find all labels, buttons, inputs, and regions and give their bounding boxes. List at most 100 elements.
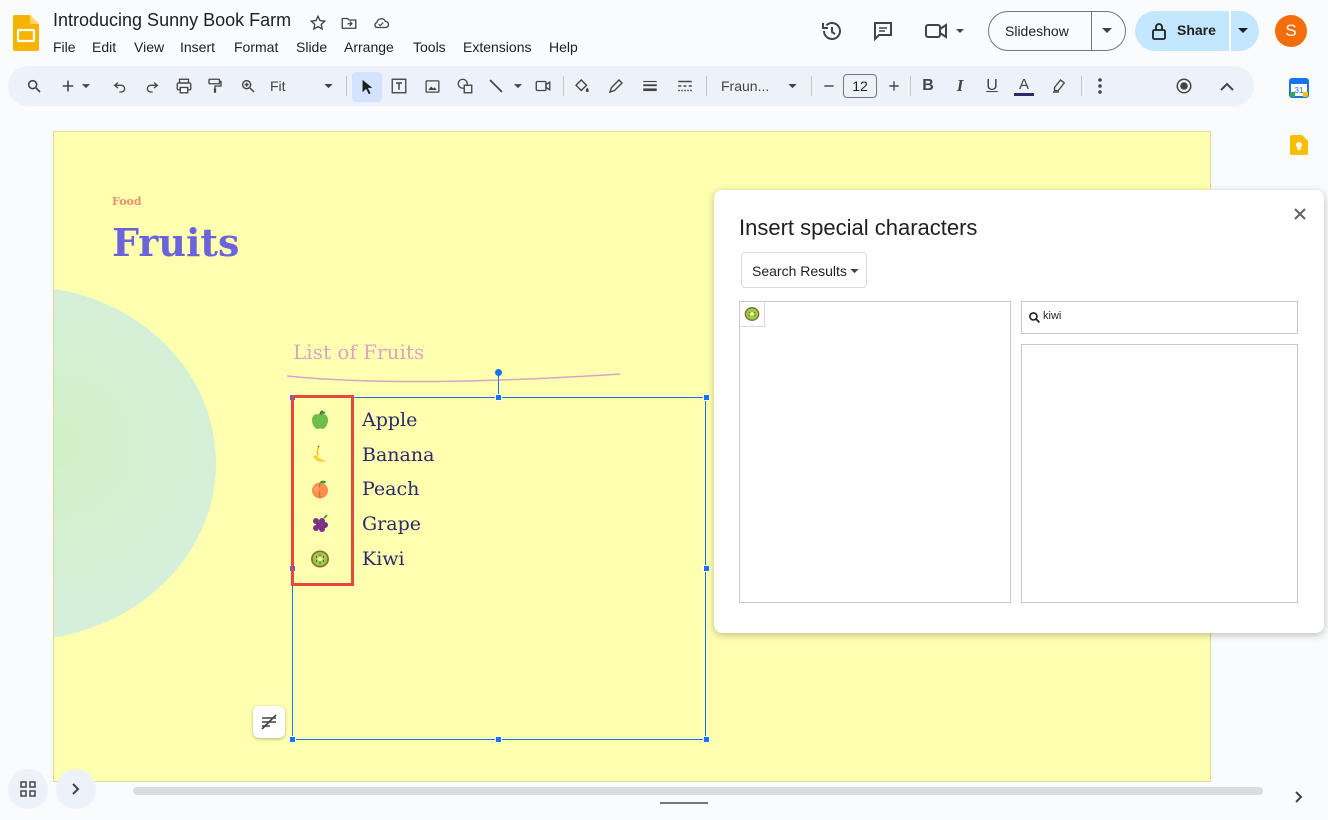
- menu-format[interactable]: Format: [234, 39, 278, 55]
- resize-handle[interactable]: [703, 394, 710, 401]
- fruit-name-kiwi[interactable]: Kiwi: [362, 548, 405, 570]
- fill-color-icon[interactable]: [572, 76, 592, 96]
- border-dash-icon[interactable]: [675, 76, 695, 96]
- cloud-saved-icon[interactable]: [370, 13, 392, 33]
- rotate-handle[interactable]: [495, 369, 502, 376]
- text-color-icon[interactable]: A: [1013, 76, 1035, 96]
- slideshow-options-chevron-icon[interactable]: [1097, 21, 1117, 41]
- avatar-letter: S: [1285, 21, 1297, 40]
- menu-view[interactable]: View: [134, 39, 164, 55]
- zoom-select[interactable]: Fit: [262, 74, 340, 98]
- resize-handle[interactable]: [703, 565, 710, 572]
- resize-handle[interactable]: [703, 736, 710, 743]
- side-panel-expand-chevron-icon[interactable]: [1290, 788, 1308, 806]
- font-family-select[interactable]: Fraun...: [714, 74, 804, 98]
- menu-slide[interactable]: Slide: [296, 39, 327, 55]
- undo-icon[interactable]: [110, 76, 130, 96]
- character-results-grid: [739, 301, 1011, 603]
- border-weight-icon[interactable]: [640, 76, 660, 96]
- italic-icon[interactable]: I: [950, 76, 970, 96]
- menu-extensions[interactable]: Extensions: [463, 39, 531, 55]
- horizontal-scrollbar[interactable]: [133, 787, 1263, 795]
- kiwi-result-cell[interactable]: [740, 302, 765, 327]
- slide-title[interactable]: Fruits: [112, 220, 239, 265]
- menu-edit[interactable]: Edit: [92, 39, 116, 55]
- search-menus-icon[interactable]: [24, 76, 44, 96]
- calendar-icon[interactable]: 31: [1288, 77, 1310, 99]
- category-dropdown[interactable]: Search Results: [741, 252, 867, 288]
- resize-handle[interactable]: [495, 394, 502, 401]
- zoom-chevron-icon: [322, 81, 334, 91]
- decorative-circle: [54, 286, 216, 640]
- increase-font-size-icon[interactable]: [884, 76, 904, 96]
- share-options-chevron-icon[interactable]: [1233, 21, 1253, 41]
- apple-emoji-icon: [307, 407, 333, 433]
- comments-icon[interactable]: [870, 18, 896, 44]
- new-slide-plus-icon[interactable]: [58, 76, 78, 96]
- slideshow-divider: [1091, 12, 1092, 50]
- print-icon[interactable]: [174, 76, 194, 96]
- line-chevron-icon[interactable]: [512, 76, 524, 96]
- toolbar-divider: [811, 76, 812, 96]
- share-button[interactable]: Share: [1135, 11, 1259, 51]
- zoom-value: Fit: [270, 78, 286, 94]
- dialog-title: Insert special characters: [739, 215, 978, 240]
- document-title[interactable]: Introducing Sunny Book Farm: [53, 10, 291, 31]
- search-value: kiwi: [1043, 310, 1062, 322]
- star-icon[interactable]: [308, 13, 328, 33]
- line-icon[interactable]: [486, 76, 506, 96]
- font-size-input[interactable]: 12: [843, 74, 877, 98]
- menu-tools[interactable]: Tools: [413, 39, 446, 55]
- speaker-notes-drag-handle[interactable]: [660, 802, 708, 804]
- selected-text-box[interactable]: [292, 397, 706, 740]
- slide-subtitle[interactable]: List of Fruits: [293, 340, 424, 364]
- slides-logo-icon[interactable]: [13, 15, 39, 51]
- keep-icon[interactable]: [1290, 134, 1308, 156]
- lock-icon: [1149, 21, 1169, 41]
- video-icon[interactable]: [533, 76, 553, 96]
- slide-kicker[interactable]: Food: [112, 195, 142, 208]
- redo-icon[interactable]: [142, 76, 162, 96]
- character-search-input[interactable]: kiwi: [1021, 301, 1298, 334]
- move-folder-icon[interactable]: [339, 13, 359, 33]
- peach-emoji-icon: [307, 476, 333, 502]
- underline-icon[interactable]: U: [982, 76, 1002, 96]
- handwriting-draw-area[interactable]: [1021, 344, 1298, 603]
- menu-help[interactable]: Help: [549, 39, 578, 55]
- autofit-toggle-icon[interactable]: [253, 706, 285, 738]
- paint-format-icon[interactable]: [205, 76, 225, 96]
- decrease-font-size-icon[interactable]: [819, 76, 839, 96]
- menu-arrange[interactable]: Arrange: [344, 39, 394, 55]
- toolbar-divider: [1081, 76, 1082, 96]
- resize-handle[interactable]: [289, 736, 296, 743]
- zoom-icon[interactable]: [238, 76, 258, 96]
- toolbar-divider: [910, 76, 911, 96]
- menu-insert[interactable]: Insert: [180, 39, 215, 55]
- text-box-icon[interactable]: [389, 76, 409, 96]
- slideshow-button[interactable]: Slideshow: [988, 11, 1126, 51]
- new-slide-chevron-icon[interactable]: [80, 76, 92, 96]
- collapse-toolbar-chevron-icon[interactable]: [1217, 76, 1237, 96]
- resize-handle[interactable]: [495, 736, 502, 743]
- grid-view-icon[interactable]: [8, 769, 48, 809]
- toolbar-divider: [706, 76, 707, 96]
- border-color-icon[interactable]: [606, 76, 626, 96]
- version-history-icon[interactable]: [819, 18, 845, 44]
- fruit-name-banana[interactable]: Banana: [362, 444, 434, 466]
- menu-file[interactable]: File: [53, 39, 76, 55]
- fruit-name-peach[interactable]: Peach: [362, 478, 419, 500]
- expand-filmstrip-chevron-icon[interactable]: [56, 769, 96, 809]
- more-options-icon[interactable]: [1090, 76, 1110, 96]
- close-icon[interactable]: [1291, 205, 1309, 223]
- avatar[interactable]: S: [1275, 15, 1307, 47]
- record-icon[interactable]: [1174, 76, 1194, 96]
- shape-icon[interactable]: [455, 76, 475, 96]
- select-tool-button[interactable]: [352, 72, 382, 102]
- meet-video-icon[interactable]: [922, 18, 966, 44]
- category-value: Search Results: [752, 263, 847, 279]
- bold-icon[interactable]: B: [918, 76, 938, 96]
- fruit-name-grape[interactable]: Grape: [362, 513, 421, 535]
- highlight-color-icon[interactable]: [1049, 76, 1069, 96]
- fruit-name-apple[interactable]: Apple: [362, 409, 417, 431]
- image-icon[interactable]: [422, 76, 442, 96]
